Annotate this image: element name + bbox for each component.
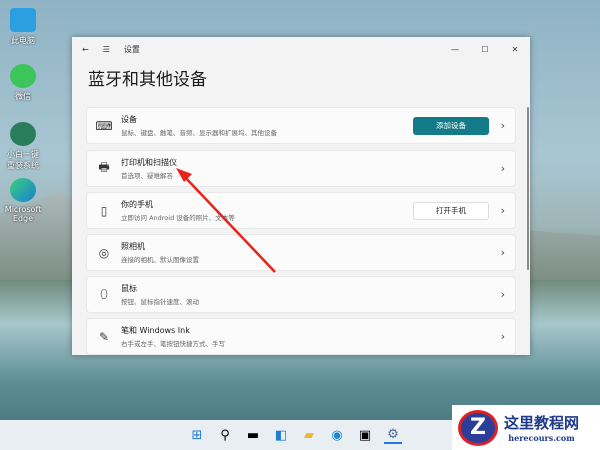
chevron-right-icon: › bbox=[500, 330, 505, 343]
camera-icon: ◎ bbox=[98, 245, 110, 260]
card-subtitle: 首选项、疑难解答 bbox=[121, 172, 173, 180]
widgets-icon[interactable]: ◧ bbox=[272, 426, 290, 444]
desktop-icon-xiaobai[interactable]: 小白一键重装系统 bbox=[4, 122, 42, 171]
card-printers[interactable]: 🖶 打印机和扫描仪 首选项、疑难解答 › bbox=[86, 150, 516, 187]
maximize-button[interactable]: ☐ bbox=[470, 45, 500, 54]
file-explorer-icon[interactable]: ▰ bbox=[300, 426, 318, 444]
mouse-icon: ⬯ bbox=[100, 287, 108, 301]
edge-icon bbox=[10, 178, 36, 202]
chevron-right-icon: › bbox=[500, 204, 505, 217]
search-icon[interactable]: ⚲ bbox=[216, 426, 234, 444]
card-subtitle: 鼠标、键盘、触笔、音频、显示器和扩展坞、其他设备 bbox=[121, 129, 277, 137]
card-phone[interactable]: ▯ 你的手机立即访问 Android 设备的照片、文本等 打开手机 › bbox=[86, 192, 516, 229]
chevron-right-icon: › bbox=[500, 288, 505, 301]
monitor-icon bbox=[10, 8, 36, 32]
open-phone-button[interactable]: 打开手机 bbox=[413, 201, 489, 220]
watermark-name: 这里教程网 bbox=[504, 414, 580, 432]
card-devices[interactable]: ⌨ 设备鼠标、键盘、触笔、音频、显示器和扩展坞、其他设备 添加设备 › bbox=[86, 107, 516, 144]
devices-icon: ⌨ bbox=[95, 118, 113, 133]
desktop-icon-this-pc[interactable]: 此电脑 bbox=[4, 8, 42, 46]
card-title: 笔和 Windows Ink bbox=[121, 326, 190, 335]
card-title: 鼠标 bbox=[121, 284, 137, 293]
card-pen[interactable]: ✎ 笔和 Windows Ink 右手或左手、笔按钮快捷方式、手写 › bbox=[86, 318, 516, 355]
title-bar: ← ☰ 设置 — ☐ ✕ bbox=[72, 37, 530, 61]
task-view-icon[interactable]: ▬ bbox=[244, 426, 262, 444]
minimize-button[interactable]: — bbox=[440, 45, 470, 54]
store-icon[interactable]: ▣ bbox=[356, 426, 374, 444]
card-subtitle: 按钮、鼠标指针速度、滚动 bbox=[121, 298, 199, 306]
chevron-right-icon: › bbox=[500, 119, 505, 132]
edge-icon[interactable]: ◉ bbox=[328, 426, 346, 444]
label: 小白一键重装系统 bbox=[7, 150, 39, 170]
label: Microsoft Edge bbox=[4, 205, 42, 223]
label: 此电脑 bbox=[11, 36, 35, 45]
chevron-right-icon: › bbox=[500, 162, 505, 175]
card-subtitle: 连接的相机、默认图像设置 bbox=[121, 256, 199, 264]
add-device-button[interactable]: 添加设备 bbox=[413, 116, 489, 135]
settings-window: ← ☰ 设置 — ☐ ✕ 蓝牙和其他设备 ⌨ 设备鼠标、键盘、触笔、音频、显示器和扩展… bbox=[72, 37, 530, 355]
card-title: 你的手机 bbox=[121, 200, 153, 209]
watermark-logo: Z bbox=[458, 409, 498, 446]
card-subtitle: 右手或左手、笔按钮快捷方式、手写 bbox=[121, 340, 225, 348]
printer-icon: 🖶 bbox=[98, 160, 110, 174]
watermark-url: herecours.com bbox=[508, 433, 575, 443]
desktop-icon-wechat[interactable]: 微信 bbox=[4, 64, 42, 102]
card-subtitle: 立即访问 Android 设备的照片、文本等 bbox=[121, 214, 235, 222]
menu-icon[interactable]: ☰ bbox=[103, 45, 110, 54]
card-title: 照相机 bbox=[121, 242, 145, 251]
start-icon[interactable]: ⊞ bbox=[188, 426, 206, 444]
xiaobai-icon bbox=[10, 122, 36, 146]
wechat-icon bbox=[10, 64, 36, 88]
scrollbar[interactable] bbox=[527, 107, 529, 270]
card-mouse[interactable]: ⬯ 鼠标按钮、鼠标指针速度、滚动 › bbox=[86, 276, 516, 313]
window-title: 设置 bbox=[123, 44, 140, 54]
pen-icon: ✎ bbox=[98, 329, 110, 344]
watermark: Z 这里教程网 herecours.com bbox=[452, 405, 600, 450]
label: 微信 bbox=[15, 92, 31, 101]
phone-icon: ▯ bbox=[100, 203, 108, 218]
card-camera[interactable]: ◎ 照相机连接的相机、默认图像设置 › bbox=[86, 234, 516, 271]
settings-gear-icon[interactable]: ⚙ bbox=[384, 426, 402, 444]
back-icon[interactable]: ← bbox=[82, 45, 89, 54]
desktop-icon-edge[interactable]: Microsoft Edge bbox=[4, 178, 42, 223]
close-button[interactable]: ✕ bbox=[500, 45, 530, 54]
card-title: 设备 bbox=[121, 115, 137, 124]
chevron-right-icon: › bbox=[500, 246, 505, 259]
card-title: 打印机和扫描仪 bbox=[121, 158, 177, 167]
page-title: 蓝牙和其他设备 bbox=[88, 70, 207, 90]
